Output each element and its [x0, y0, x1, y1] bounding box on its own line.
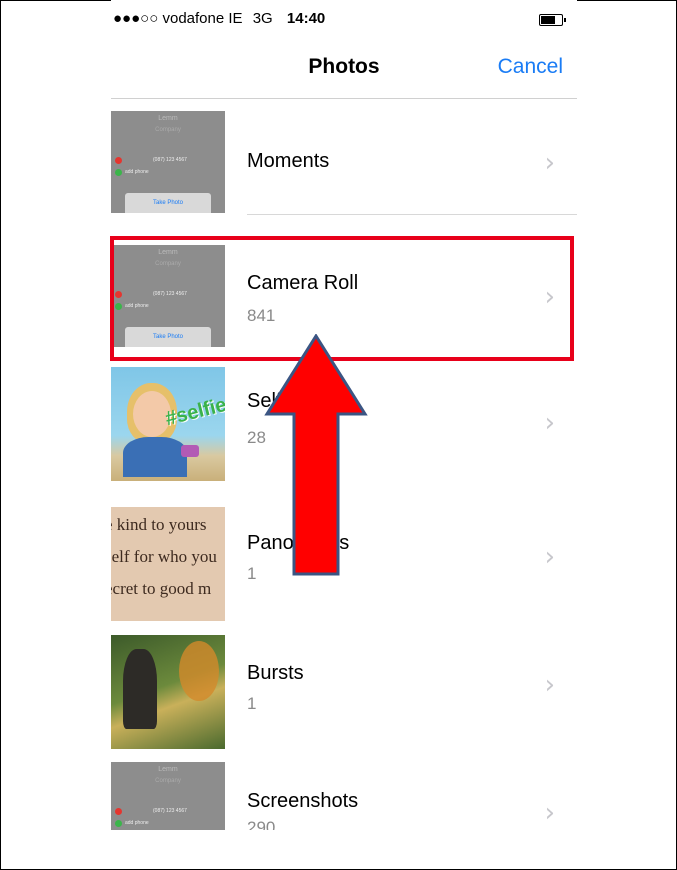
signal-indicator: ●●●○○	[113, 10, 159, 27]
clock: 14:40	[286, 10, 326, 27]
status-bar: ●●●○○ vodafone IE 3G 14:40	[111, 8, 577, 30]
album-thumbnail: #selfie	[111, 367, 225, 481]
album-title: Bursts	[247, 662, 304, 684]
chevron-right-icon: ›	[544, 408, 555, 438]
network-label: 3G	[252, 10, 273, 27]
chevron-right-icon: ›	[544, 798, 555, 828]
up-arrow-annotation	[264, 334, 368, 576]
album-title: Moments	[247, 150, 330, 172]
album-row-bursts[interactable]: Bursts 1 ›	[111, 622, 577, 749]
chevron-right-icon: ›	[544, 542, 555, 572]
album-row-moments[interactable]: Lemm Company (087) 123 4567 add phone Ta…	[111, 98, 577, 215]
album-count: 290	[247, 818, 276, 830]
cancel-button[interactable]: Cancel	[498, 55, 563, 79]
album-thumbnail: Lemm Company (087) 123 4567 add phone Ta…	[111, 111, 225, 213]
album-thumbnail: Lemm Company (087) 123 4567 add phone	[111, 762, 225, 830]
album-title: Screenshots	[247, 790, 359, 812]
carrier-label: vodafone IE	[162, 10, 243, 27]
album-thumbnail	[111, 635, 225, 749]
chevron-right-icon: ›	[544, 148, 555, 178]
album-count: 1	[247, 564, 257, 583]
album-thumbnail: e kind to yours self for who you ecret t…	[111, 507, 225, 621]
battery-icon	[539, 14, 566, 26]
navigation-bar: Photos Cancel	[111, 38, 577, 99]
album-count: 1	[247, 694, 257, 713]
album-row-screenshots[interactable]: Lemm Company (087) 123 4567 add phone Sc…	[111, 752, 577, 830]
chevron-right-icon: ›	[544, 670, 555, 700]
